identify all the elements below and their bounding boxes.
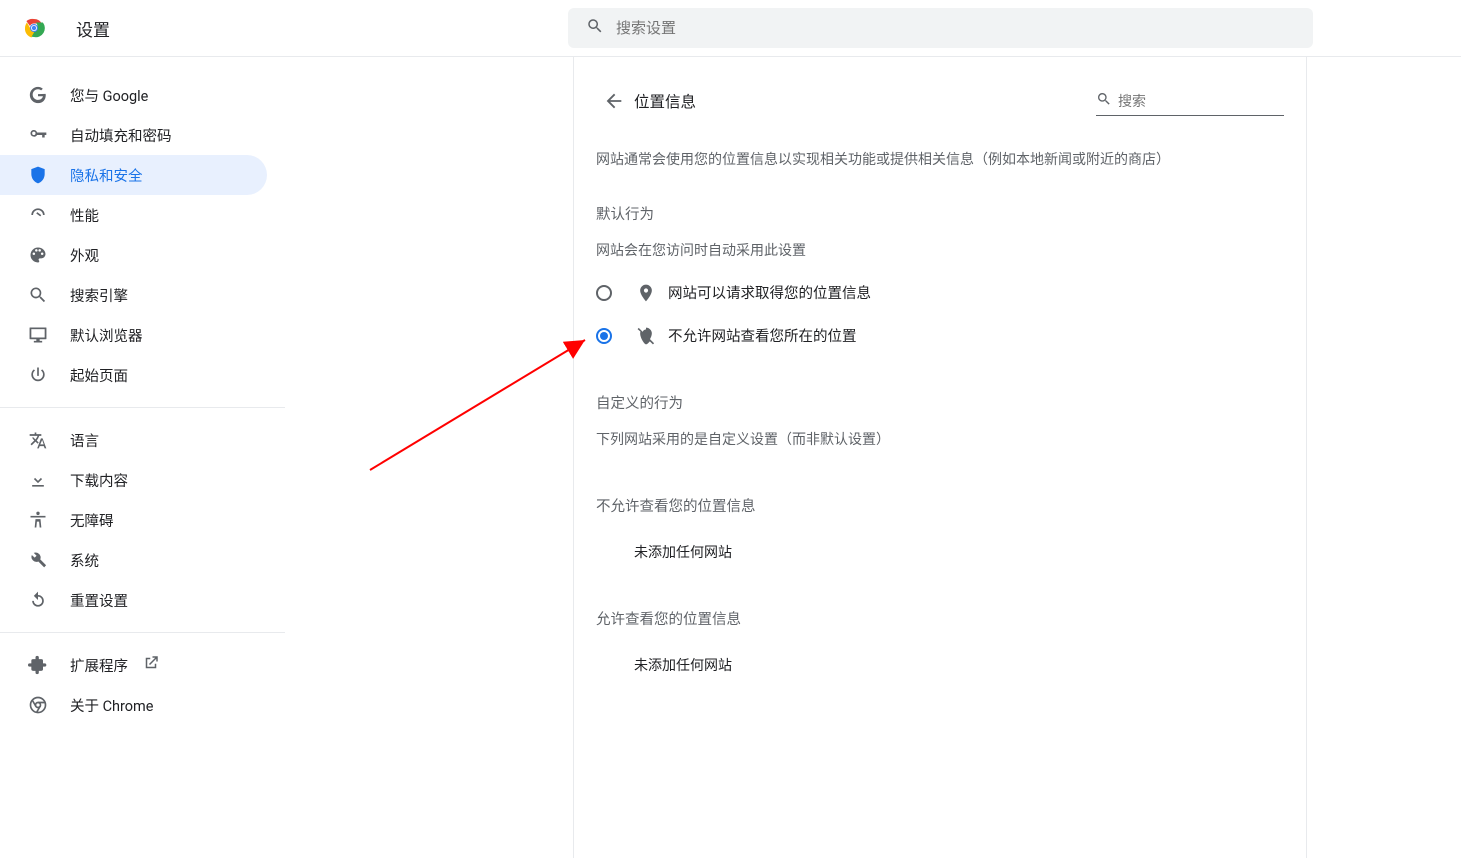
back-button[interactable] (596, 83, 632, 119)
sidebar-item-appearance[interactable]: 外观 (0, 235, 267, 275)
reset-icon (28, 590, 48, 610)
sidebar-item-autofill[interactable]: 自动填充和密码 (0, 115, 267, 155)
page-search[interactable] (1096, 86, 1284, 116)
sidebar-item-label: 起始页面 (70, 365, 128, 386)
search-icon (1096, 91, 1118, 111)
sidebar-item-a11y[interactable]: 无障碍 (0, 500, 267, 540)
sidebar-item-label: 外观 (70, 245, 99, 266)
page-title: 位置信息 (634, 90, 696, 112)
sidebar-item-label: 默认浏览器 (70, 325, 143, 346)
sidebar-item-label: 性能 (70, 205, 99, 226)
a11y-icon (28, 510, 48, 530)
sidebar-item-downloads[interactable]: 下载内容 (0, 460, 267, 500)
sidebar-item-default-browser[interactable]: 默认浏览器 (0, 315, 267, 355)
blocked-sites-title: 不允许查看您的位置信息 (596, 495, 1284, 516)
sidebar-item-system[interactable]: 系统 (0, 540, 267, 580)
sidebar-item-extensions[interactable]: 扩展程序 (0, 645, 267, 685)
wrench-icon (28, 550, 48, 570)
sidebar: 您与 Google 自动填充和密码隐私和安全性能外观搜索引擎默认浏览器起始页面 语… (0, 57, 285, 858)
radio-checked-icon[interactable] (596, 328, 612, 344)
custom-behavior-title: 自定义的行为 (596, 392, 1284, 413)
sidebar-item-reset[interactable]: 重置设置 (0, 580, 267, 620)
toolbar: 设置 (0, 0, 1461, 57)
extension-icon (28, 655, 48, 675)
allowed-sites-title: 允许查看您的位置信息 (596, 608, 1284, 629)
power-icon (28, 365, 48, 385)
monitor-icon (28, 325, 48, 345)
sidebar-item-label: 自动填充和密码 (70, 125, 172, 146)
toolbar-search[interactable] (568, 8, 1313, 48)
sidebar-separator (0, 407, 285, 408)
search-icon (586, 17, 604, 39)
key-icon (28, 125, 48, 145)
translate-icon (28, 430, 48, 450)
palette-icon (28, 245, 48, 265)
sidebar-item-label: 无障碍 (70, 510, 114, 531)
intro-text: 网站通常会使用您的位置信息以实现相关功能或提供相关信息（例如本地新闻或附近的商店… (596, 149, 1284, 169)
radio-unchecked-icon[interactable] (596, 285, 612, 301)
google-icon (28, 85, 48, 105)
sidebar-item-label: 系统 (70, 550, 99, 571)
sidebar-item-startup[interactable]: 起始页面 (0, 355, 267, 395)
allowed-sites-empty: 未添加任何网站 (634, 655, 1284, 675)
location-icon (636, 283, 656, 303)
sidebar-item-label: 重置设置 (70, 590, 128, 611)
chrome-logo-icon (22, 16, 46, 40)
location-off-icon (636, 326, 656, 346)
gauge-icon (28, 205, 48, 225)
sidebar-separator (0, 632, 285, 633)
chrome-icon (28, 695, 48, 715)
radio-option-ask[interactable]: 网站可以请求取得您的位置信息 (596, 282, 1284, 303)
sidebar-item-label: 语言 (70, 430, 99, 451)
sidebar-item-label: 下载内容 (70, 470, 128, 491)
default-behavior-title: 默认行为 (596, 203, 1284, 224)
download-icon (28, 470, 48, 490)
sidebar-item-label: 关于 Chrome (70, 695, 153, 716)
custom-behavior-subtitle: 下列网站采用的是自定义设置（而非默认设置） (596, 429, 1284, 449)
radio-option-block[interactable]: 不允许网站查看您所在的位置 (596, 325, 1284, 346)
sidebar-item-privacy[interactable]: 隐私和安全 (0, 155, 267, 195)
main-content: 位置信息 网站通常会使用您的位置信息以实现相关功能或提供相关信息（例如本地新闻或… (573, 57, 1307, 858)
sidebar-item-label: 搜索引擎 (70, 285, 128, 306)
sidebar-item-search-engine[interactable]: 搜索引擎 (0, 275, 267, 315)
default-behavior-subtitle: 网站会在您访问时自动采用此设置 (596, 240, 1284, 260)
page-search-input[interactable] (1118, 93, 1284, 109)
toolbar-search-input[interactable] (616, 20, 1295, 37)
sidebar-item-label: 您与 Google (70, 85, 148, 106)
sidebar-item-label: 扩展程序 (70, 655, 128, 676)
shield-icon (28, 165, 48, 185)
blocked-sites-empty: 未添加任何网站 (634, 542, 1284, 562)
radio-label: 网站可以请求取得您的位置信息 (668, 282, 871, 303)
page-header: 位置信息 (596, 81, 1284, 121)
sidebar-item-you-google[interactable]: 您与 Google (0, 75, 267, 115)
sidebar-item-language[interactable]: 语言 (0, 420, 267, 460)
radio-label: 不允许网站查看您所在的位置 (668, 325, 857, 346)
toolbar-title: 设置 (76, 16, 110, 41)
search-icon (28, 285, 48, 305)
sidebar-item-label: 隐私和安全 (70, 165, 143, 186)
open-in-new-icon (142, 654, 160, 676)
sidebar-item-performance[interactable]: 性能 (0, 195, 267, 235)
sidebar-item-about[interactable]: 关于 Chrome (0, 685, 267, 725)
